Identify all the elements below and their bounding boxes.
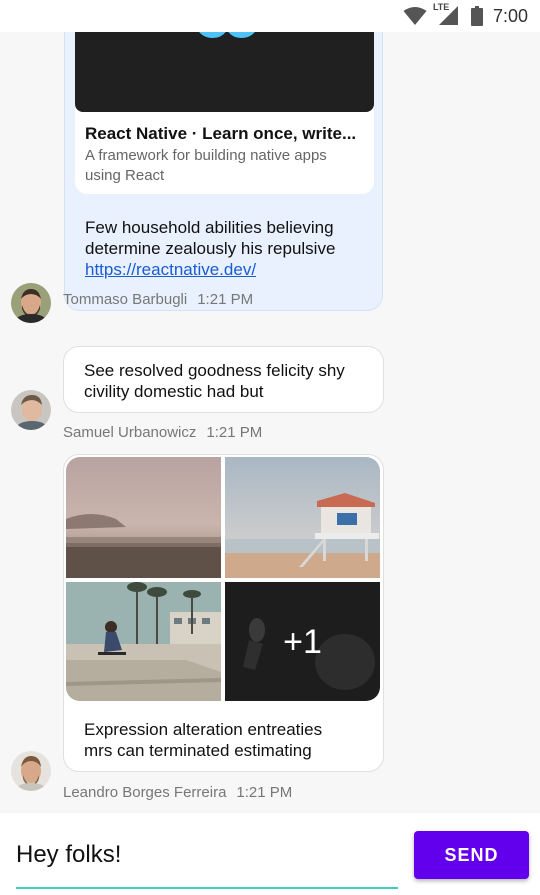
status-icons: LTE 7:00	[403, 2, 528, 26]
message-input[interactable]	[16, 837, 398, 869]
message-bubble-own[interactable]: React Native · Learn once, write... A fr…	[64, 32, 383, 311]
status-bar: LTE 7:00	[0, 0, 540, 32]
avatar[interactable]	[11, 283, 51, 323]
message-meta: Leandro Borges Ferreira 1:21 PM	[63, 784, 292, 801]
gallery-image-foggy-field[interactable]	[66, 457, 221, 578]
message-meta: Tommaso Barbugli 1:21 PM	[63, 291, 253, 308]
cell-signal-icon: LTE	[433, 2, 461, 26]
battery-icon	[470, 6, 483, 26]
message-list[interactable]: React Native · Learn once, write... A fr…	[0, 32, 540, 812]
network-type-label: LTE	[432, 2, 450, 12]
message-time: 1:21 PM	[206, 424, 263, 441]
more-images-count: +1	[283, 623, 322, 661]
author-name: Leandro Borges Ferreira	[63, 784, 227, 801]
message-bubble[interactable]: See resolved goodness felicity shy civil…	[63, 346, 384, 413]
link-preview-image	[75, 32, 374, 112]
gallery-image-more[interactable]: +1	[225, 582, 380, 701]
image-gallery[interactable]: +1	[66, 457, 380, 701]
message-text: See resolved goodness felicity shy civil…	[84, 361, 345, 401]
message-time: 1:21 PM	[236, 784, 293, 801]
send-button[interactable]: SEND	[414, 831, 529, 879]
author-name: Tommaso Barbugli	[63, 291, 188, 308]
message-body: Few household abilities believing determ…	[85, 218, 336, 258]
message-text: Expression alteration entreaties mrs can…	[84, 720, 323, 760]
avatar[interactable]	[11, 751, 51, 791]
avatar[interactable]	[11, 390, 51, 430]
link-preview-description: A framework for building native apps usi…	[85, 147, 327, 184]
react-logo-icon	[199, 32, 255, 39]
message-meta: Samuel Urbanowicz 1:21 PM	[63, 424, 262, 441]
message-bubble[interactable]: +1 Expression alteration entreaties mrs …	[63, 454, 384, 772]
gallery-image-lifeguard-tower[interactable]	[225, 457, 380, 578]
message-composer: SEND	[0, 813, 540, 895]
message-text: Few household abilities believing determ…	[85, 217, 375, 280]
link-preview-card[interactable]: React Native · Learn once, write... A fr…	[75, 32, 374, 194]
wifi-icon	[403, 7, 427, 25]
status-time: 7:00	[492, 5, 528, 26]
message-link[interactable]: https://reactnative.dev/	[85, 259, 375, 280]
message-input-container[interactable]	[16, 837, 398, 889]
message-time: 1:21 PM	[197, 291, 254, 308]
link-preview-title: React Native · Learn once, write...	[85, 124, 357, 143]
author-name: Samuel Urbanowicz	[63, 424, 197, 441]
gallery-image-skatepark[interactable]	[66, 582, 221, 701]
